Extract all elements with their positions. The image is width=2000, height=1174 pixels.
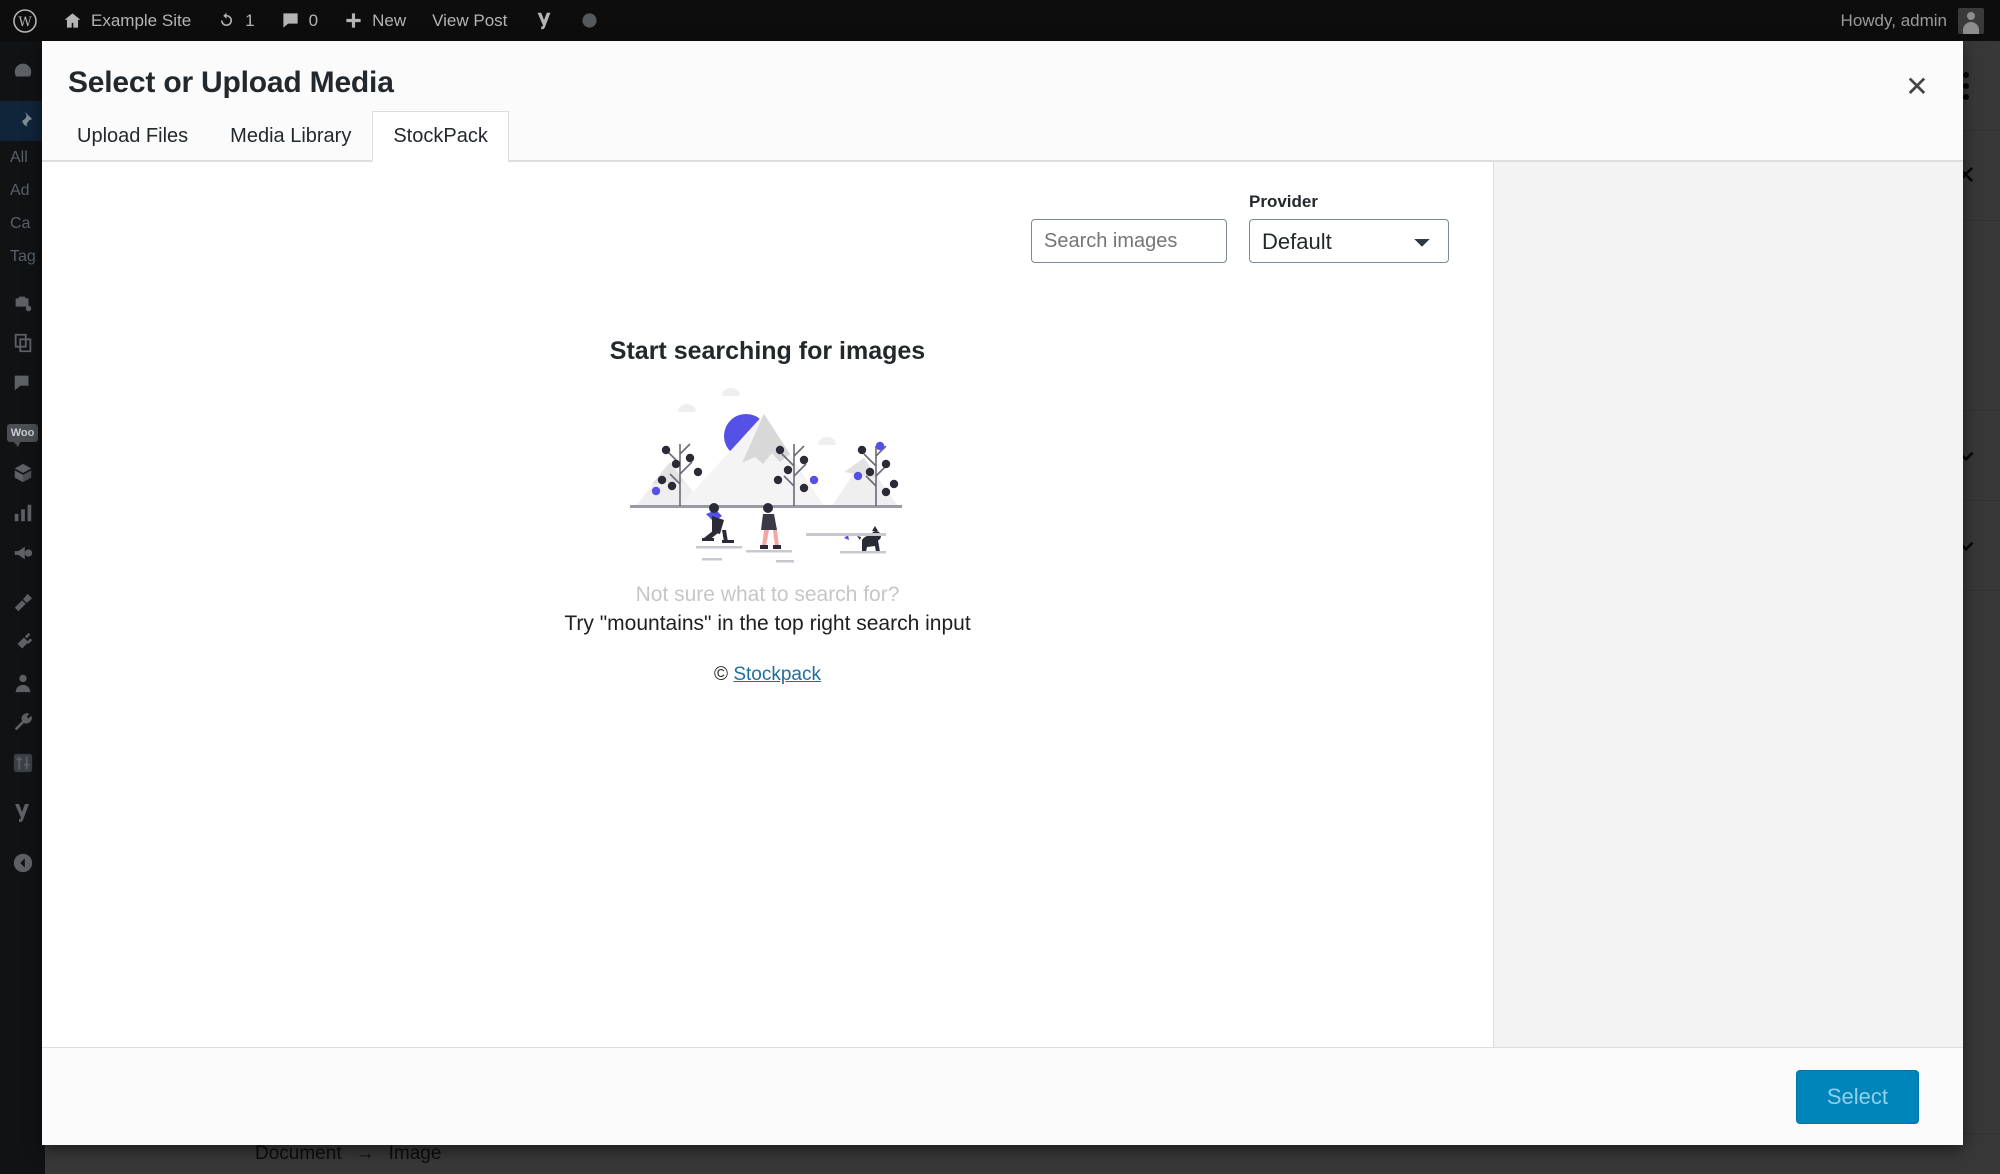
- recording-indicator[interactable]: [568, 0, 611, 41]
- analytics-bars-icon: [12, 502, 34, 524]
- sidebar-item-analytics[interactable]: [0, 493, 45, 533]
- modal-header: Select or Upload Media ✕ Upload Files Me…: [42, 41, 1963, 162]
- sidebar-item-all-posts[interactable]: All: [0, 141, 45, 174]
- sidebar-item-woocommerce[interactable]: Woo: [0, 413, 45, 453]
- provider-label: Provider: [1249, 192, 1318, 211]
- new-label: New: [372, 10, 407, 30]
- wp-admin-bar: W Example Site 1 0 New View Post Howdy, …: [0, 0, 2000, 41]
- sidebar-item-categories[interactable]: Ca: [0, 207, 45, 240]
- dashboard-icon: [12, 60, 34, 82]
- sidebar-item-pages[interactable]: [0, 323, 45, 363]
- woocommerce-icon: Woo: [6, 424, 39, 447]
- modal-tabs: Upload Files Media Library StockPack: [56, 111, 509, 162]
- view-post-link[interactable]: View Post: [419, 0, 520, 41]
- comment-bubble-icon: [281, 11, 300, 30]
- appearance-brush-icon: [12, 592, 34, 614]
- attachment-details-sidebar: [1493, 162, 1963, 1047]
- copyright-icon: ©: [714, 664, 729, 685]
- marketing-megaphone-icon: [12, 542, 34, 564]
- home-icon: [63, 11, 82, 30]
- close-icon[interactable]: ✕: [1893, 63, 1941, 111]
- avatar: [1958, 7, 1984, 34]
- sidebar-item-posts[interactable]: [0, 101, 45, 141]
- stockpack-credit: © Stockpack: [42, 664, 1493, 686]
- svg-text:W: W: [18, 15, 32, 30]
- yoast-seo-icon: [533, 10, 555, 32]
- sidebar-item-comments[interactable]: [0, 363, 45, 403]
- products-box-icon: [12, 462, 34, 484]
- sidebar-item-yoast-seo[interactable]: [0, 793, 45, 833]
- sidebar-item-products[interactable]: [0, 453, 45, 493]
- site-name-menu[interactable]: Example Site: [50, 0, 204, 41]
- wp-admin-menu: All Ad Ca Tag Woo: [0, 41, 45, 1174]
- comments-menu[interactable]: 0: [268, 0, 331, 41]
- comments-icon: [12, 372, 34, 394]
- my-account-menu[interactable]: Howdy, admin: [1840, 7, 2000, 34]
- empty-state-hint: Try "mountains" in the top right search …: [564, 612, 971, 635]
- stockpack-link[interactable]: Stockpack: [733, 664, 821, 685]
- updates-icon: [217, 11, 236, 30]
- sidebar-item-users[interactable]: [0, 663, 45, 703]
- wp-logo-button[interactable]: W: [0, 0, 50, 41]
- sidebar-item-media[interactable]: [0, 283, 45, 323]
- modal-body: Provider Default Start searching for ima…: [42, 161, 1963, 1047]
- media-modal: Select or Upload Media ✕ Upload Files Me…: [42, 41, 1963, 1145]
- circle-icon: [581, 12, 598, 29]
- site-name-label: Example Site: [91, 10, 192, 30]
- sidebar-item-collapse-menu[interactable]: [0, 843, 45, 883]
- modal-footer: Select: [42, 1047, 1963, 1145]
- page-title: Select or Upload Media: [68, 66, 394, 99]
- yoast-seo-menu[interactable]: [520, 0, 568, 41]
- collapse-menu-icon: [12, 852, 34, 874]
- howdy-label: Howdy, admin: [1840, 10, 1947, 30]
- search-input[interactable]: [1031, 219, 1227, 263]
- tools-wrench-icon: [12, 712, 34, 734]
- sidebar-item-settings[interactable]: [0, 743, 45, 783]
- select-button[interactable]: Select: [1795, 1069, 1919, 1124]
- comments-count: 0: [308, 10, 319, 30]
- tab-media-library[interactable]: Media Library: [209, 111, 372, 162]
- media-camera-icon: [12, 292, 34, 314]
- pages-icon: [12, 332, 34, 354]
- sidebar-item-appearance[interactable]: [0, 583, 45, 623]
- sidebar-item-add-new[interactable]: Ad: [0, 174, 45, 207]
- empty-state-title: Start searching for images: [609, 337, 926, 365]
- updates-menu[interactable]: 1: [204, 0, 267, 41]
- provider-select[interactable]: Default: [1249, 219, 1449, 263]
- plugins-plug-icon: [12, 632, 34, 654]
- tab-upload-files[interactable]: Upload Files: [56, 111, 209, 162]
- sidebar-item-tags[interactable]: Tag: [0, 240, 45, 273]
- new-content-menu[interactable]: New: [331, 0, 419, 41]
- empty-state: Start searching for images Not sure what…: [42, 337, 1493, 686]
- updates-count: 1: [245, 10, 255, 30]
- mountains-hikers-illustration: [629, 388, 902, 563]
- provider-field: Provider Default: [1249, 192, 1449, 263]
- sidebar-item-plugins[interactable]: [0, 623, 45, 663]
- stockpack-panel: Provider Default Start searching for ima…: [42, 162, 1493, 1047]
- users-icon: [12, 672, 34, 694]
- sidebar-item-marketing[interactable]: [0, 533, 45, 573]
- view-post-label: View Post: [432, 10, 508, 30]
- empty-state-hint-muted: Not sure what to search for?: [635, 583, 900, 606]
- pin-posts-icon: [12, 110, 34, 132]
- settings-sliders-icon: [12, 752, 34, 774]
- plus-icon: [344, 11, 363, 30]
- sidebar-item-tools[interactable]: [0, 703, 45, 743]
- yoast-seo-icon: [11, 801, 35, 825]
- tab-stockpack[interactable]: StockPack: [372, 111, 509, 162]
- wordpress-logo-icon: W: [13, 8, 37, 33]
- stockpack-toolbar: Provider Default: [42, 162, 1493, 263]
- sidebar-item-dashboard[interactable]: [0, 51, 45, 91]
